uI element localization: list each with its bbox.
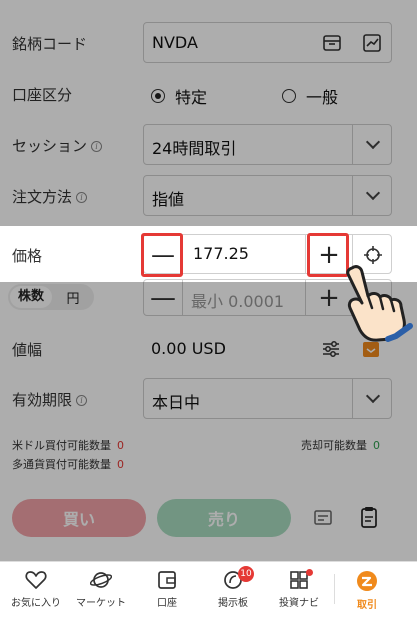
tab-invest-navi[interactable]: 投資ナビ [264,569,334,609]
session-value: 24時間取引 [152,139,237,158]
unit-shares-tab[interactable]: 株数 [10,286,52,308]
unit-toggle[interactable]: 株数 円 [8,284,94,310]
session-label-wrap: セッション i [12,135,103,156]
planet-icon [90,572,112,588]
chevron-down-icon[interactable] [352,125,392,164]
radio-general[interactable]: 一般 [282,84,338,108]
order-method-value: 指値 [152,190,185,209]
usd-buying-power: 米ドル買付可能数量 0 [12,437,124,453]
highlight-minus-box [141,233,183,277]
tab-favorites[interactable]: お気に入り [1,570,71,609]
tab-trade[interactable]: 取引 [332,570,402,611]
multi-buying-power-value: 0 [117,458,124,471]
sell-quantity-value: 0 [373,439,380,452]
sliders-icon[interactable] [321,340,341,362]
info-icon[interactable]: i [91,141,103,152]
inbox-icon[interactable] [312,23,352,62]
sell-button[interactable]: 売り [157,499,291,537]
session-label: セッション [12,137,88,155]
order-method-select[interactable]: 指値 [143,175,392,216]
info-icon[interactable]: i [76,395,88,406]
multi-buying-power-label: 多通貨買付可能数量 [12,458,111,471]
price-value: 177.25 [193,244,249,263]
tab-board[interactable]: 10 掲示板 [198,566,268,609]
account-label: 口座区分 [12,86,73,104]
heart-icon [25,571,47,589]
tab-trade-label: 取引 [357,600,377,611]
expiry-label-wrap: 有効期限 i [12,389,88,410]
tab-account[interactable]: 口座 [132,570,202,609]
trade-icon [357,571,377,591]
session-select[interactable]: 24時間取引 [143,124,392,165]
bottom-tab-bar: お気に入り マーケット 口座 10 掲示板 投資ナビ 取引 [0,561,417,630]
chart-icon[interactable] [352,23,392,62]
symbol-value: NVDA [152,33,198,52]
radio-unchecked-icon [282,89,296,103]
symbol-field[interactable]: NVDA [143,22,392,63]
price-label: 価格 [12,247,43,265]
pointing-hand-icon [346,265,413,342]
expiry-value: 本日中 [152,393,201,412]
chevron-down-icon[interactable] [352,379,392,418]
radio-specific-label: 特定 [175,88,208,107]
expiry-select[interactable]: 本日中 [143,378,392,419]
clipboard-icon[interactable] [361,506,377,532]
quantity-minus-button[interactable]: — [144,280,182,315]
expiry-label: 有効期限 [12,391,73,409]
order-method-label: 注文方法 [12,188,73,206]
unit-yen-tab[interactable]: 円 [52,288,94,307]
quantity-placeholder: 最小 0.0001 [191,292,285,311]
radio-general-label: 一般 [306,88,339,107]
usd-buying-power-value: 0 [117,439,124,452]
radio-checked-icon [151,89,165,103]
buy-button[interactable]: 買い [12,499,146,537]
symbol-label: 銘柄コード [12,35,88,53]
info-icon[interactable]: i [76,192,88,203]
chevron-down-icon[interactable] [352,176,392,215]
order-method-label-wrap: 注文方法 i [12,186,88,207]
calendar-icon[interactable] [362,340,380,362]
price-input[interactable]: 177.25 [182,235,306,273]
sell-quantity: 売却可能数量 0 [301,437,380,453]
usd-buying-power-label: 米ドル買付可能数量 [12,439,111,452]
sell-quantity-label: 売却可能数量 [301,439,367,452]
range-label: 値幅 [12,341,43,359]
range-value: 0.00 USD [151,339,226,358]
multi-buying-power: 多通貨買付可能数量 0 [12,456,124,472]
wallet-icon [158,571,176,589]
quantity-input[interactable]: 最小 0.0001 [182,280,306,315]
tab-board-label: 掲示板 [218,598,248,609]
radio-specific[interactable]: 特定 [151,84,207,108]
tab-favorites-label: お気に入り [11,598,61,609]
tab-market[interactable]: マーケット [66,570,136,609]
board-badge: 10 [238,566,254,582]
tab-account-label: 口座 [157,598,177,609]
list-edit-icon[interactable] [313,508,333,532]
tab-market-label: マーケット [76,598,126,609]
tab-invest-navi-label: 投資ナビ [279,598,319,609]
notification-dot [306,569,313,576]
